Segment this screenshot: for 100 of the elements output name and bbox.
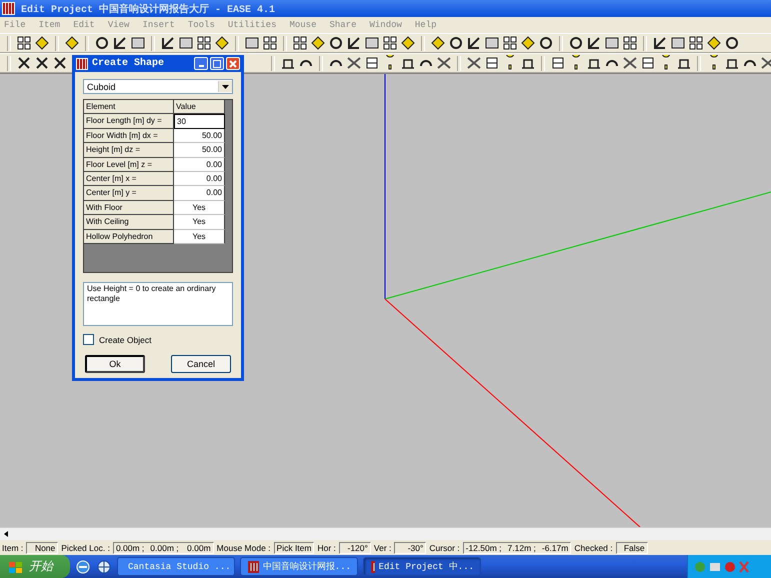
windows-flag-icon	[8, 560, 24, 574]
globe-icon[interactable]	[96, 558, 112, 574]
menu-item[interactable]: Edit	[73, 20, 95, 30]
property-name-cell: Hollow Polyhedron	[84, 230, 174, 244]
tool-icon[interactable]	[550, 55, 566, 71]
tool-icon[interactable]	[34, 55, 50, 71]
value-input-field[interactable]: 30	[174, 114, 225, 130]
minimize-button[interactable]	[194, 57, 208, 70]
app-logo-icon	[370, 560, 375, 574]
app-logo-icon	[76, 58, 88, 70]
value-cell[interactable]: 50.00	[174, 143, 225, 158]
tool-icon[interactable]	[724, 35, 740, 51]
taskbar-button[interactable]: Edit Project 中...	[363, 557, 481, 576]
hint-text: Use Height = 0 to create an ordinary rectangle	[87, 284, 216, 303]
column-header: Element	[84, 100, 174, 114]
menu-item[interactable]: File	[4, 20, 26, 30]
tool-icon[interactable]	[484, 55, 500, 71]
menu-item[interactable]: View	[108, 20, 130, 30]
menu-item[interactable]: Insert	[142, 20, 175, 30]
tool-icon[interactable]	[178, 35, 194, 51]
tool-icon[interactable]	[214, 35, 230, 51]
tool-icon[interactable]	[502, 35, 518, 51]
tool-icon[interactable]	[466, 55, 482, 71]
tool-icon[interactable]	[466, 35, 482, 51]
value-cell[interactable]: 50.00	[174, 128, 225, 144]
tool-icon[interactable]	[382, 35, 398, 51]
tool-icon[interactable]	[346, 55, 362, 71]
tool-icon[interactable]	[130, 35, 146, 51]
tool-icon[interactable]	[586, 35, 602, 51]
status-value: 0.00m ; 0.00m ; 0.00m	[112, 542, 214, 554]
tool-icon[interactable]	[622, 35, 638, 51]
menu-item[interactable]: Item	[38, 20, 60, 30]
status-value: -120°	[338, 542, 371, 554]
close-icon	[229, 60, 237, 68]
status-label: Ver :	[372, 542, 392, 552]
tool-icon[interactable]	[328, 35, 344, 51]
dialog-button[interactable]: Cancel	[171, 355, 231, 373]
tool-icon[interactable]	[568, 35, 584, 51]
tool-icon[interactable]	[640, 55, 656, 71]
close-button[interactable]	[226, 57, 240, 70]
tool-icon[interactable]	[160, 35, 176, 51]
tool-icon[interactable]	[622, 55, 638, 71]
tool-icon[interactable]	[292, 35, 308, 51]
dialog-button[interactable]: Ok	[85, 355, 145, 373]
value-cell[interactable]: 0.00	[174, 158, 225, 172]
tool-icon[interactable]	[520, 35, 536, 51]
tool-icon[interactable]	[430, 35, 446, 51]
tool-icon[interactable]	[34, 35, 50, 51]
tool-icon[interactable]	[652, 35, 668, 51]
tool-icon[interactable]	[706, 35, 722, 51]
tool-icon[interactable]	[64, 35, 80, 51]
shape-dropdown[interactable]: Cuboid	[83, 79, 233, 94]
tool-icon[interactable]	[262, 35, 278, 51]
value-cell[interactable]: 0.00	[174, 172, 225, 186]
start-button[interactable]: 开始	[0, 555, 70, 578]
status-label: Picked Loc. :	[60, 542, 111, 552]
tool-icon[interactable]	[400, 35, 416, 51]
menu-item[interactable]: Mouse	[289, 20, 316, 30]
taskbar-button[interactable]: 中国音响设计网报...	[240, 557, 358, 576]
menu-item[interactable]: Window	[370, 20, 402, 30]
create-object-checkbox[interactable]	[83, 334, 94, 345]
tool-icon[interactable]	[310, 35, 326, 51]
property-name-cell: Floor Length [m] dy =	[84, 114, 174, 130]
value-cell[interactable]: 0.00	[174, 186, 225, 201]
tool-icon[interactable]	[364, 55, 380, 71]
app-logo-icon	[247, 560, 259, 574]
app-logo-icon	[2, 2, 15, 15]
maximize-button[interactable]	[210, 57, 224, 70]
tool-icon[interactable]	[364, 35, 380, 51]
value-cell[interactable]: Yes	[174, 215, 225, 230]
menu-item[interactable]: Tools	[188, 20, 215, 30]
tool-icon[interactable]	[112, 35, 128, 51]
property-name-cell: Center [m] x =	[84, 172, 174, 186]
tool-icon[interactable]	[436, 55, 452, 71]
tool-icon[interactable]	[688, 35, 704, 51]
property-name-cell: Height [m] dz =	[84, 143, 174, 158]
tool-icon[interactable]	[94, 35, 110, 51]
status-value: -12.50m ; 7.12m ; -6.17m	[462, 542, 572, 554]
tool-icon[interactable]	[448, 35, 464, 51]
tool-icon[interactable]	[16, 35, 32, 51]
tool-icon[interactable]	[538, 35, 554, 51]
value-cell[interactable]: Yes	[174, 230, 225, 244]
status-label: Mouse Mode :	[216, 542, 272, 552]
tool-icon[interactable]	[52, 55, 68, 71]
maximize-icon	[213, 60, 221, 68]
menu-item[interactable]: Help	[414, 20, 437, 30]
menu-item[interactable]: Share	[329, 20, 356, 30]
tool-icon[interactable]	[346, 35, 362, 51]
property-name-cell: With Floor	[84, 200, 174, 216]
status-label: Checked :	[573, 542, 614, 552]
value-cell[interactable]: Yes	[174, 200, 225, 216]
tool-icon[interactable]	[16, 55, 32, 71]
tool-icon[interactable]	[196, 35, 212, 51]
tool-icon[interactable]	[484, 35, 500, 51]
horizontal-scrollbar[interactable]	[0, 527, 771, 540]
tool-icon[interactable]	[604, 35, 620, 51]
menu-item[interactable]: Utilities	[228, 20, 276, 30]
tool-icon[interactable]	[244, 35, 260, 51]
tool-icon[interactable]	[670, 35, 686, 51]
taskbar-button[interactable]: Cantasia Studio ...	[117, 557, 235, 576]
